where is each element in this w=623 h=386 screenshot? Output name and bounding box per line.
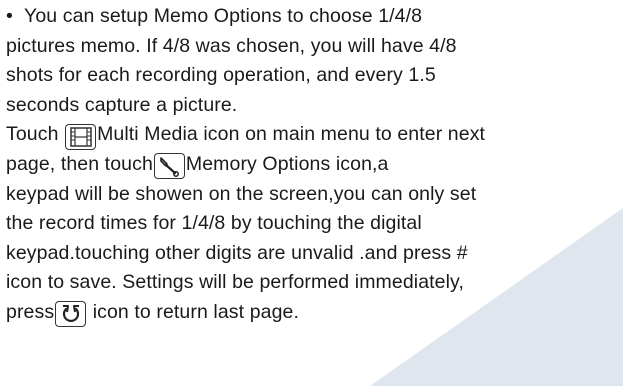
instruction-text: • You can setup Memo Options to choose 1/… bbox=[6, 2, 621, 328]
return-arrow-icon bbox=[55, 300, 87, 327]
para2-line3: keypad will be showen on the screen,you … bbox=[6, 182, 477, 205]
para1-line3: shots for each recording operation, and … bbox=[6, 64, 436, 87]
para2-line1: Touch Multi Media icon on main menu to e… bbox=[6, 120, 621, 151]
para2-line7: press icon to return last page. bbox=[6, 298, 621, 328]
film-strip-icon bbox=[65, 124, 97, 151]
para2-line4: the record times for 1/4/8 by touching t… bbox=[6, 212, 422, 235]
para2-line2: page, then touch Memory Options icon,a bbox=[6, 150, 621, 180]
para2-line6: icon to save. Settings will be performed… bbox=[6, 271, 464, 294]
para2-line5: keypad.touching other digits are unvalid… bbox=[6, 241, 468, 264]
para1-line2: pictures memo. If 4/8 was chosen, you wi… bbox=[6, 34, 457, 57]
wrench-icon bbox=[153, 152, 185, 179]
para1-line1: • You can setup Memo Options to choose 1/… bbox=[6, 2, 621, 32]
bullet: • bbox=[6, 5, 13, 27]
para1-line4: seconds capture a picture. bbox=[6, 93, 238, 116]
